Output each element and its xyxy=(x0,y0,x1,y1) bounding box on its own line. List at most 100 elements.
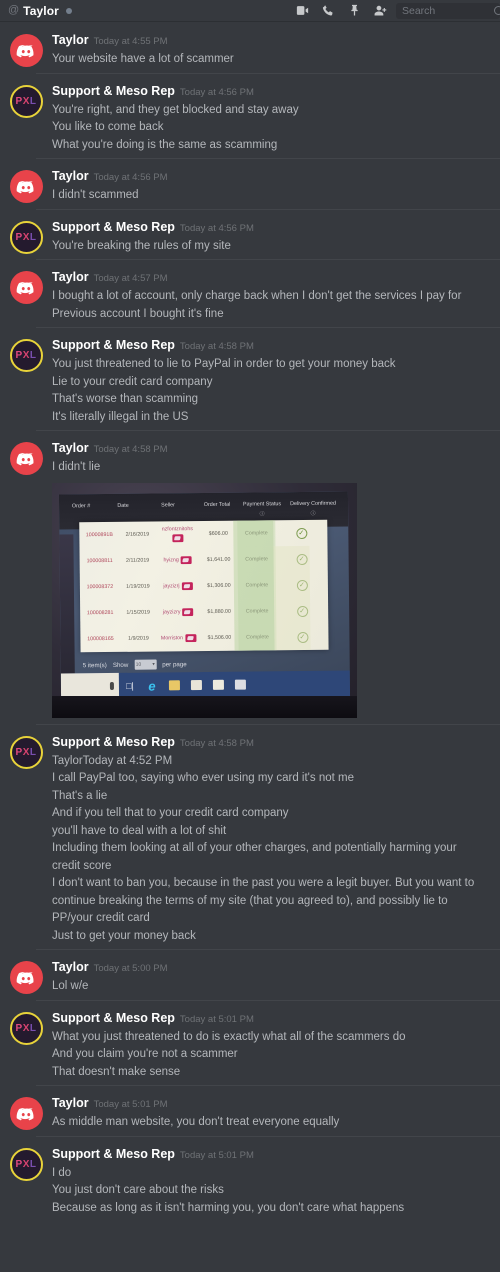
avatar-discord-logo[interactable] xyxy=(9,170,43,203)
avatar-discord-logo[interactable] xyxy=(9,1097,43,1130)
table-row[interactable]: 10000891B 2/16/2019 nzfontznitohs $606.00 Co… xyxy=(79,519,327,548)
message-author[interactable]: Taylor xyxy=(52,441,89,455)
avatar-pxl-logo[interactable]: PXL xyxy=(9,84,43,118)
message-group: Taylor Today at 5:01 PM As middle man webs… xyxy=(0,1085,500,1136)
message-author[interactable]: Support & Meso Rep xyxy=(52,338,175,352)
edge-icon[interactable]: e xyxy=(141,672,163,698)
per-page-select[interactable]: 10 ▾ xyxy=(134,659,157,670)
message-timestamp: Today at 5:00 PM xyxy=(93,963,168,974)
avatar-column: PXL xyxy=(0,1147,52,1218)
message-timestamp: Today at 4:56 PM xyxy=(179,86,254,98)
avatar-discord-logo[interactable] xyxy=(9,271,43,304)
message-line: And you claim you're not a scammer xyxy=(52,1048,238,1060)
cell-payment-status: Complete xyxy=(237,571,277,599)
add-person-icon[interactable] xyxy=(373,3,388,18)
file-explorer-icon[interactable] xyxy=(163,672,185,698)
seller-message-icon xyxy=(180,555,192,564)
message-timestamp: Today at 5:01 PM xyxy=(179,1013,254,1025)
per-page-value: 10 xyxy=(135,661,142,667)
message-line: You're breaking the rules of my site xyxy=(52,239,231,252)
message-list[interactable]: Taylor Today at 4:55 PM Your website have … xyxy=(0,22,500,1272)
video-camera-icon[interactable] xyxy=(295,3,310,18)
message-header: Taylor Today at 4:58 PM xyxy=(52,441,482,457)
delivery-confirmed-check-icon: ✓ xyxy=(296,604,308,617)
message-line: It's literally illegal in the US xyxy=(52,410,189,423)
cell-order-number: 10000891B xyxy=(85,531,113,538)
avatar-pxl-logo[interactable]: PXL xyxy=(9,339,43,372)
message-body: Support & Meso Rep Today at 4:58 PM Taylor… xyxy=(52,735,488,946)
table-pagination: 5 item(s) Show 10 ▾ per page xyxy=(83,659,187,670)
message-body: Taylor Today at 5:00 PM Lol w/e xyxy=(52,960,488,996)
message-author[interactable]: Support & Meso Rep xyxy=(52,220,175,234)
message-line: I do xyxy=(52,1166,72,1179)
message-header: Support & Meso Rep Today at 4:58 PM xyxy=(52,338,482,354)
info-icon: ⓘ xyxy=(259,510,265,517)
avatar-column xyxy=(0,1096,52,1132)
message-line: You're right, and they get blocked and s… xyxy=(52,103,299,116)
store-icon[interactable] xyxy=(185,671,207,697)
pin-icon[interactable] xyxy=(347,3,362,18)
message-header: Support & Meso Rep Today at 4:56 PM xyxy=(52,84,482,100)
message-group: Taylor Today at 4:55 PM Your website have … xyxy=(0,22,500,73)
cell-delivery-confirmed: ✓ xyxy=(276,552,328,565)
table-row[interactable]: 100008811 2/11/2019 hyizng $1,641.00 Complet… xyxy=(79,545,327,574)
avatar-pxl-logo[interactable]: PXL xyxy=(9,735,43,769)
message-line: I don't want to ban you, because in the … xyxy=(52,877,475,924)
message-author[interactable]: Taylor xyxy=(52,33,89,47)
message-author[interactable]: Taylor xyxy=(52,960,89,974)
table-row[interactable]: 100008372 1/19/2019 jayzizrj $1,306.00 Compl… xyxy=(80,571,328,600)
message-header: Taylor Today at 5:00 PM xyxy=(52,960,482,976)
order-history-photo[interactable]: Order # Date Seller Order Total Payment Stat… xyxy=(52,482,357,718)
message-group: P X L Support & Meso Rep Today at 4:58 PM Tay… xyxy=(0,723,500,950)
message-line: Previous account I bought it's fine xyxy=(52,307,224,320)
phone-icon[interactable] xyxy=(321,3,336,18)
cell-seller: nzfontznitohs xyxy=(155,526,199,542)
cell-order-number: 100008811 xyxy=(86,557,113,564)
table-row[interactable]: 100008165 1/9/2019 Morriston $1,506.00 Compl… xyxy=(80,623,328,652)
message-header: Taylor Today at 4:56 PM xyxy=(52,169,482,185)
seller-message-icon xyxy=(184,633,197,642)
message-timestamp: Today at 4:57 PM xyxy=(93,273,168,284)
message-line: I call PayPal too, saying who ever using… xyxy=(52,772,354,784)
mail-icon[interactable] xyxy=(207,671,229,697)
delivery-confirmed-check-icon: ✓ xyxy=(296,578,308,591)
cell-seller: hyizng xyxy=(156,555,200,564)
message-line: You just threatened to lie to PayPal in … xyxy=(52,358,396,370)
cell-delivery-confirmed: ✓ xyxy=(276,630,328,643)
task-view-icon[interactable]: □| xyxy=(119,672,141,698)
cell-order-number: 100008165 xyxy=(87,635,114,642)
message-author[interactable]: Taylor xyxy=(52,169,89,183)
message-group: Taylor Today at 5:00 PM Lol w/e xyxy=(0,949,500,1000)
cell-delivery-confirmed: ✓ xyxy=(275,526,327,539)
message-line: Just to get your money back xyxy=(52,929,196,942)
search-input[interactable]: Search xyxy=(396,2,500,19)
avatar-column xyxy=(0,169,52,205)
message-body: Taylor Today at 4:58 PM I didn't lie Order … xyxy=(52,441,488,720)
table-row[interactable]: 100008281 1/15/2019 jayzizry $1,880.00 Compl… xyxy=(80,597,328,626)
avatar-pxl-logo[interactable]: PXL xyxy=(9,1011,43,1045)
message-group: P X L Support & Meso Rep Today at 5:01 PM I d… xyxy=(0,1135,500,1222)
message-attachment[interactable]: Order # Date Seller Order Total Payment Stat… xyxy=(52,482,482,718)
avatar-discord-logo[interactable] xyxy=(9,34,43,67)
avatar-discord-logo[interactable] xyxy=(9,961,43,994)
message-author[interactable]: Support & Meso Rep xyxy=(52,1011,175,1025)
avatar-pxl-logo[interactable]: PXL xyxy=(9,1147,43,1181)
cell-order-total: $1,506.00 xyxy=(207,634,232,641)
message-author[interactable]: Support & Meso Rep xyxy=(52,1147,175,1161)
cell-date: 2/11/2019 xyxy=(126,557,150,564)
cortana-mic-icon[interactable] xyxy=(109,681,114,690)
message-author[interactable]: Taylor xyxy=(52,1096,89,1110)
message-line: That's a lie xyxy=(52,789,108,802)
dm-channel-name: Taylor xyxy=(23,3,59,18)
message-line: I didn't lie xyxy=(52,461,101,473)
avatar-discord-logo[interactable] xyxy=(9,442,43,475)
message-line: You just don't care about the risks xyxy=(52,1184,224,1196)
cell-order-number: 100008281 xyxy=(86,609,114,616)
message-author[interactable]: Support & Meso Rep xyxy=(52,735,175,749)
message-timestamp: Today at 4:55 PM xyxy=(93,36,168,47)
calculator-icon[interactable] xyxy=(229,671,251,697)
message-author[interactable]: Taylor xyxy=(52,270,89,284)
message-body: Support & Meso Rep Today at 5:01 PM What y… xyxy=(52,1011,488,1082)
message-author[interactable]: Support & Meso Rep xyxy=(52,84,175,98)
avatar-pxl-logo[interactable]: PXL xyxy=(9,220,43,254)
